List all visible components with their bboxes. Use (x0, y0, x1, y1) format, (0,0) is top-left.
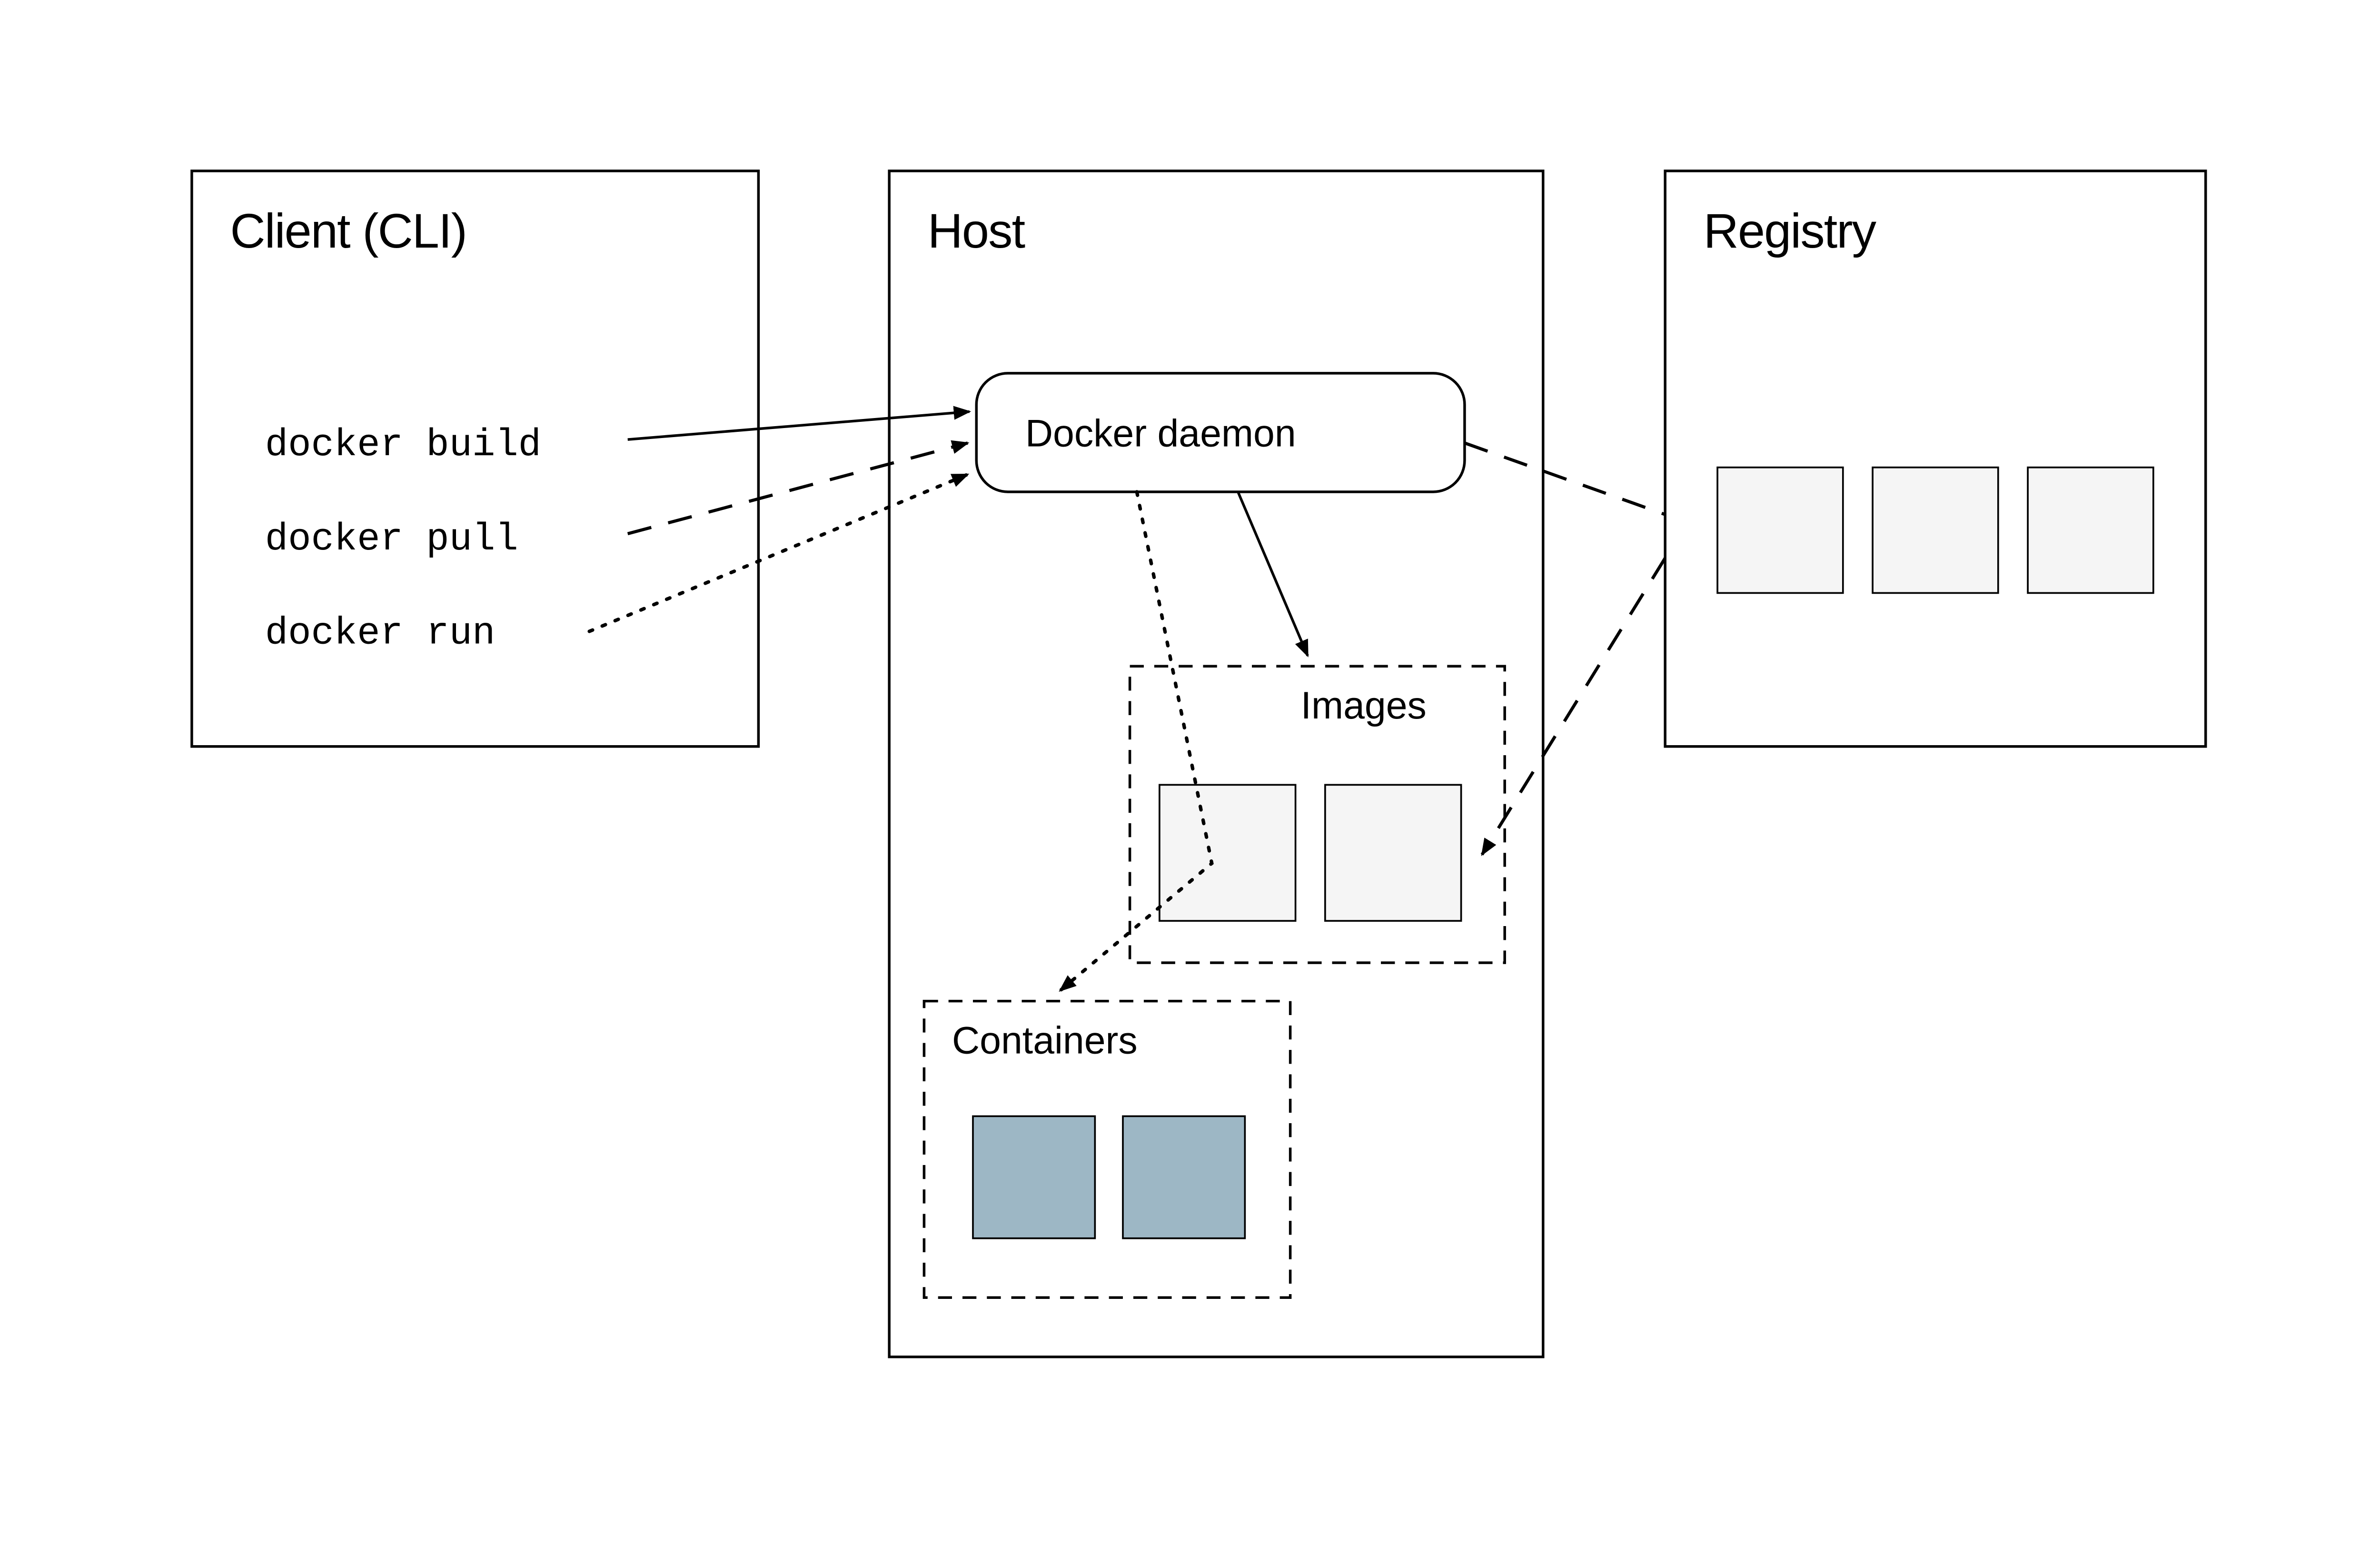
docker-daemon-label: Docker daemon (1025, 412, 1296, 455)
client-title: Client (CLI) (230, 203, 467, 258)
image-tile (1325, 785, 1461, 921)
arrow-build-to-daemon (628, 411, 970, 439)
containers-box: Containers (924, 1001, 1290, 1298)
images-label: Images (1301, 684, 1427, 727)
arrow-daemon-to-registry (1465, 443, 1665, 514)
docker-architecture-diagram: Client (CLI) docker build docker pull do… (0, 0, 2380, 1505)
image-tile (1160, 785, 1296, 921)
registry-image-tile (1717, 468, 1843, 593)
arrow-daemon-to-images (1238, 492, 1308, 656)
client-command-build: docker build (265, 424, 541, 467)
arrow-pull-to-daemon (628, 443, 968, 533)
client-command-pull: docker pull (265, 518, 518, 561)
images-box: Images (1130, 666, 1505, 963)
container-tile (973, 1116, 1095, 1238)
client-command-run: docker run (265, 612, 496, 656)
docker-daemon-node: Docker daemon (976, 373, 1465, 492)
container-tile (1123, 1116, 1245, 1238)
registry-image-tile (1873, 468, 1998, 593)
client-box: Client (CLI) docker build docker pull do… (192, 171, 758, 747)
host-box: Host Docker daemon Images Containers (889, 171, 1543, 1357)
registry-image-tile (2028, 468, 2153, 593)
arrow-run-to-daemon (589, 474, 968, 631)
registry-title: Registry (1704, 203, 1877, 258)
arrow-registry-to-images (1482, 558, 1666, 855)
registry-box: Registry (1665, 171, 2206, 747)
containers-label: Containers (952, 1019, 1138, 1062)
host-title: Host (928, 203, 1025, 258)
